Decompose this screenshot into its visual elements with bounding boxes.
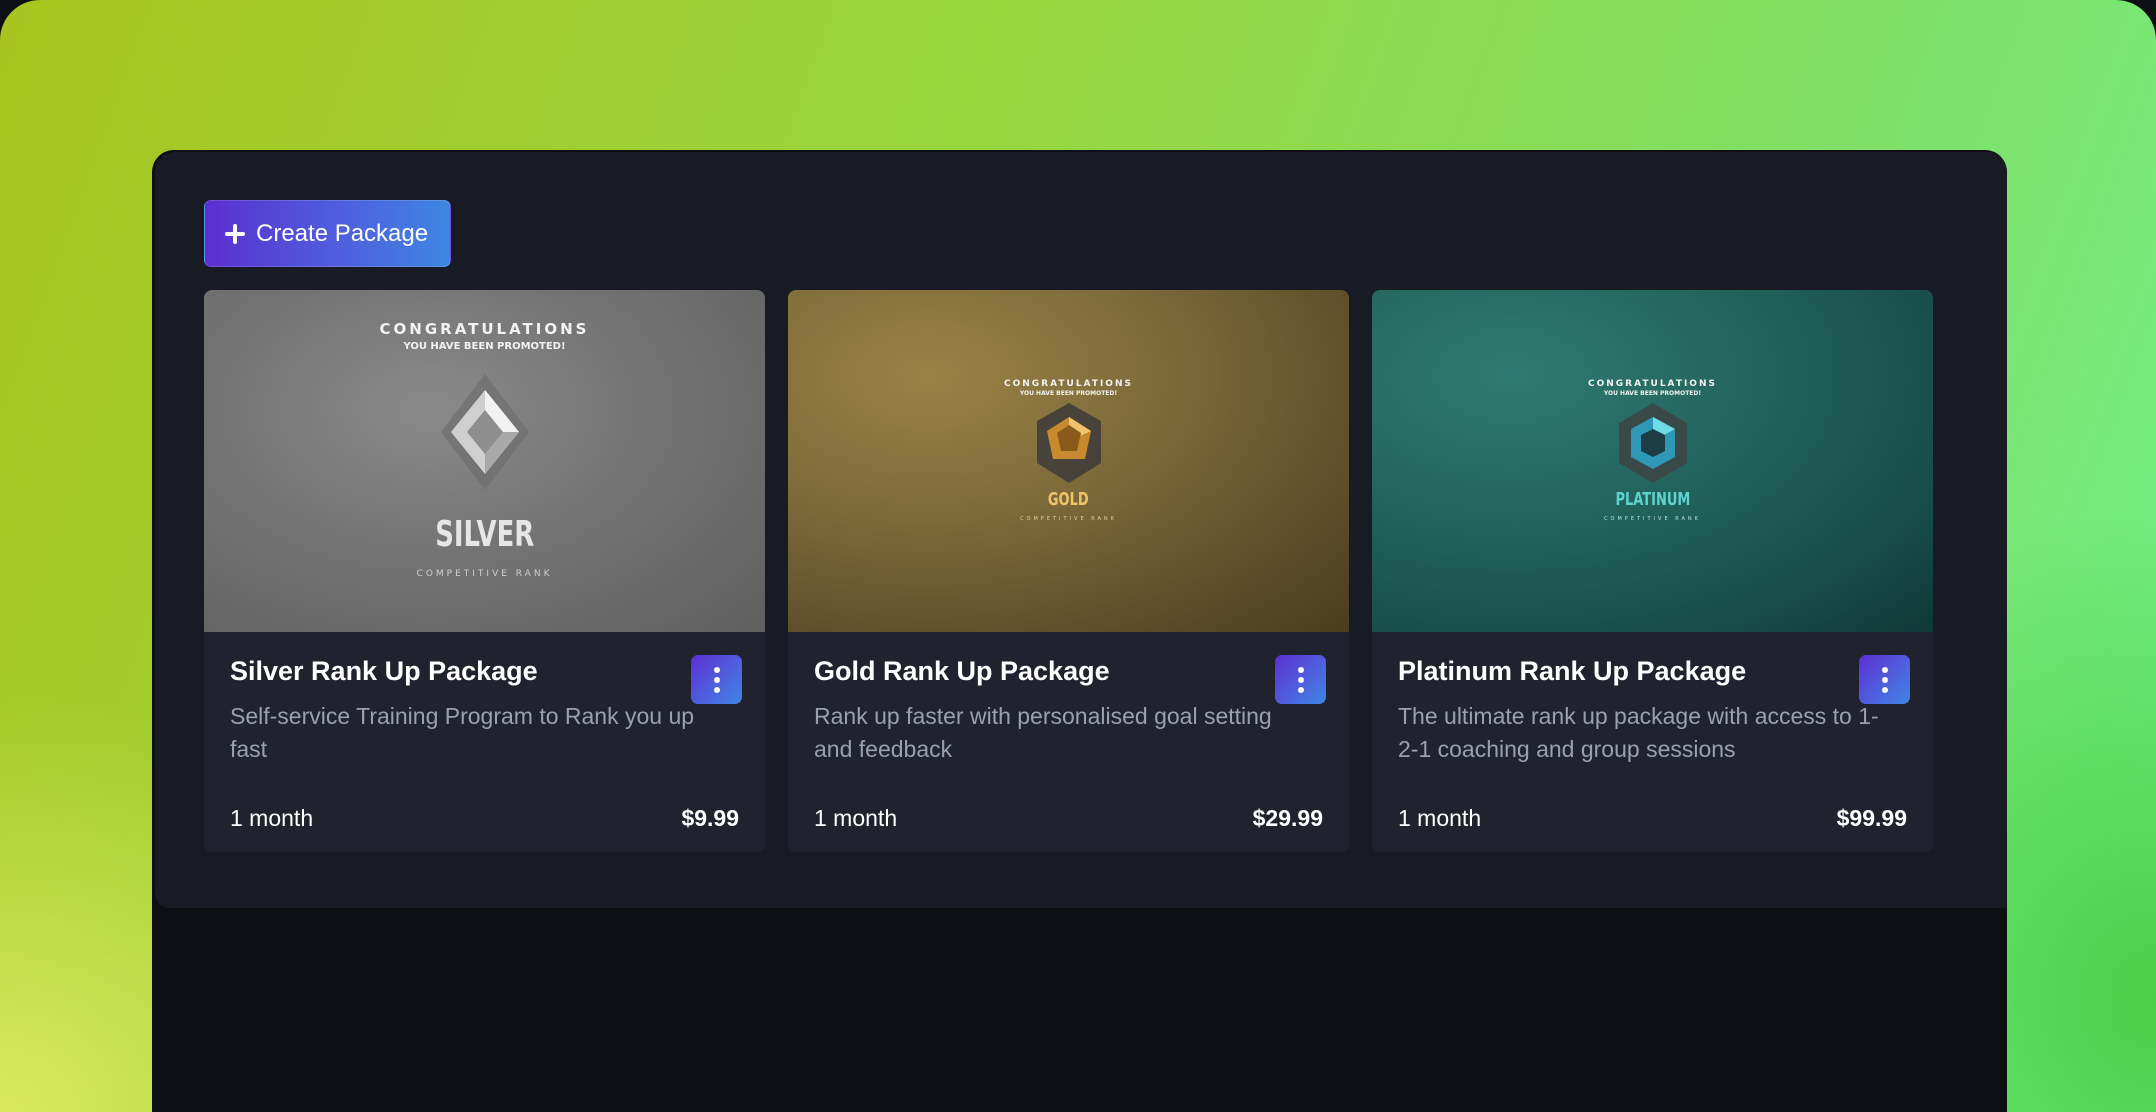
- package-title: Platinum Rank Up Package: [1398, 656, 1747, 686]
- image-congrats-text: CONGRATULATIONS: [1588, 379, 1717, 389]
- silver-rank-emblem: [440, 374, 529, 490]
- package-options-button[interactable]: [1275, 655, 1326, 704]
- package-price: $29.99: [1252, 805, 1323, 831]
- image-promoted-text: YOU HAVE BEEN PROMOTED!: [1603, 390, 1702, 397]
- package-image-silver: CONGRATULATIONS YOU HAVE BEEN PROMOTED! …: [204, 290, 765, 632]
- kebab-menu-icon: [713, 666, 720, 673]
- package-options-button[interactable]: [1859, 655, 1910, 704]
- package-price: $9.99: [681, 805, 739, 831]
- package-title: Gold Rank Up Package: [814, 656, 1110, 686]
- package-image-gold: CONGRATULATIONS YOU HAVE BEEN PROMOTED! …: [788, 290, 1349, 632]
- package-image-platinum: CONGRATULATIONS YOU HAVE BEEN PROMOTED! …: [1372, 290, 1933, 632]
- gold-rank-emblem: [1036, 403, 1101, 483]
- plus-icon: [224, 223, 246, 245]
- image-rank-name: SILVER: [434, 514, 534, 555]
- kebab-menu-icon: [1881, 666, 1888, 673]
- package-description: Rank up faster with personalised goal se…: [814, 703, 1272, 762]
- image-congrats-text: CONGRATULATIONS: [379, 320, 590, 338]
- package-description: The ultimate rank up package with access…: [1398, 703, 1879, 762]
- package-description: Self-service Training Program to Rank yo…: [230, 703, 695, 762]
- image-promoted-text: YOU HAVE BEEN PROMOTED!: [1019, 390, 1118, 397]
- package-card-platinum[interactable]: CONGRATULATIONS YOU HAVE BEEN PROMOTED! …: [1372, 290, 1933, 852]
- image-promoted-text: YOU HAVE BEEN PROMOTED!: [403, 341, 566, 352]
- image-rank-subtitle: COMPETITIVE RANK: [1604, 516, 1701, 522]
- package-card-gold[interactable]: CONGRATULATIONS YOU HAVE BEEN PROMOTED! …: [788, 290, 1349, 852]
- packages-panel: Create Package CONGRATULATIONS YOU HAVE …: [155, 152, 2007, 908]
- image-rank-subtitle: COMPETITIVE RANK: [416, 569, 553, 579]
- app-window: Create Package CONGRATULATIONS YOU HAVE …: [152, 150, 2007, 1112]
- package-price: $99.99: [1836, 805, 1907, 831]
- kebab-menu-icon: [1297, 666, 1304, 673]
- package-title: Silver Rank Up Package: [230, 656, 538, 686]
- image-rank-name: PLATINUM: [1615, 489, 1690, 510]
- package-card-silver[interactable]: CONGRATULATIONS YOU HAVE BEEN PROMOTED! …: [204, 290, 765, 852]
- package-duration: 1 month: [230, 805, 314, 831]
- package-options-button[interactable]: [691, 655, 742, 704]
- image-rank-subtitle: COMPETITIVE RANK: [1020, 516, 1117, 522]
- package-duration: 1 month: [814, 805, 898, 831]
- create-package-button[interactable]: Create Package: [204, 200, 451, 267]
- create-package-label: Create Package: [256, 219, 429, 247]
- package-duration: 1 month: [1398, 805, 1482, 831]
- platinum-rank-emblem: [1618, 403, 1687, 483]
- image-congrats-text: CONGRATULATIONS: [1004, 379, 1133, 389]
- image-rank-name: GOLD: [1048, 489, 1089, 510]
